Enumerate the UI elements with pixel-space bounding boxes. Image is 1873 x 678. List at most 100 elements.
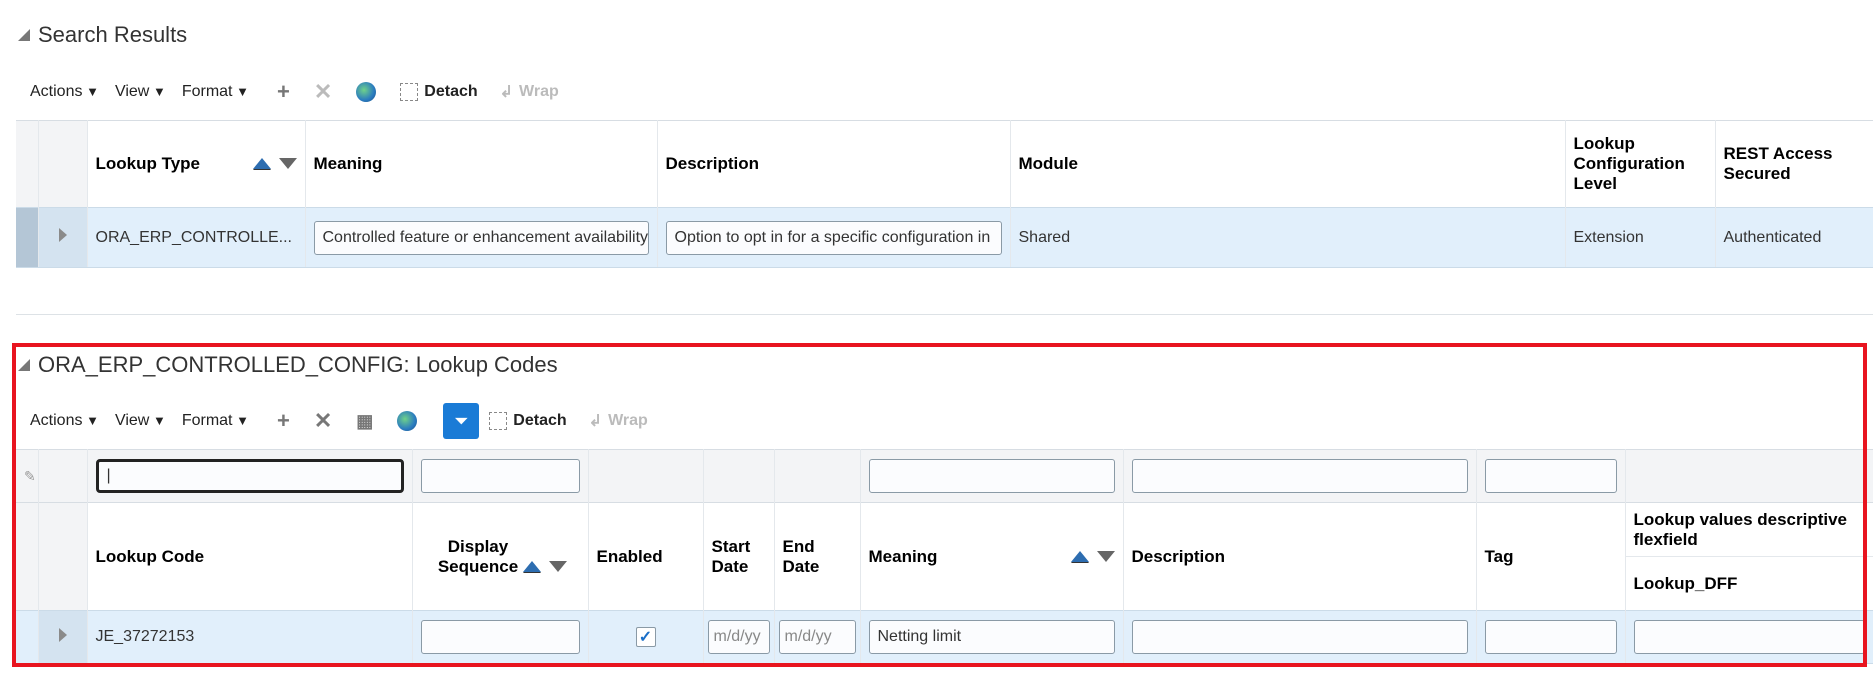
- delete-icon[interactable]: ✕: [314, 408, 332, 434]
- query-by-example-button[interactable]: ⏷: [443, 403, 480, 439]
- end-date-filter-cell: [773, 449, 860, 503]
- delete-icon[interactable]: ✕: [314, 79, 332, 105]
- description-input[interactable]: Option to opt in for a specific configur…: [665, 220, 1002, 255]
- column-header-description[interactable]: Description: [1122, 502, 1476, 611]
- column-header-lookup-type[interactable]: Lookup Type: [86, 120, 305, 208]
- sort-descending-icon[interactable]: [278, 158, 297, 169]
- description-filter-input[interactable]: [1131, 459, 1468, 493]
- wrap-label: Wrap: [519, 83, 559, 100]
- column-header-end-date[interactable]: End Date: [773, 502, 860, 611]
- detach-button[interactable]: Detach: [489, 412, 567, 430]
- add-icon[interactable]: +: [277, 79, 290, 105]
- detach-button[interactable]: Detach: [400, 83, 478, 101]
- column-header-enabled[interactable]: Enabled: [587, 502, 703, 611]
- enabled-filter-cell: [587, 449, 703, 503]
- column-header-config-level[interactable]: Lookup Configuration Level: [1564, 120, 1715, 208]
- column-header-lookup-dff[interactable]: Lookup_DFF: [1624, 556, 1873, 611]
- expand-row-icon[interactable]: [58, 627, 67, 642]
- table-row[interactable]: ORA_ERP_CONTROLLE... Controlled feature …: [16, 207, 1873, 268]
- detach-label: Detach: [513, 412, 567, 429]
- collapse-triangle-icon[interactable]: [18, 29, 30, 41]
- actions-menu[interactable]: Actions: [30, 412, 99, 430]
- start-date-filter-cell: [702, 449, 774, 503]
- config-level-cell: Extension: [1564, 207, 1715, 268]
- display-sequence-input[interactable]: [420, 620, 580, 654]
- start-date-input[interactable]: m/d/yy: [707, 620, 770, 654]
- sort-ascending-icon[interactable]: [252, 158, 271, 169]
- search-results-toolbar: Actions View Format + ✕ Detach ↲ Wrap: [30, 74, 581, 110]
- row-selector[interactable]: [16, 610, 38, 664]
- column-label: Lookup Type: [95, 154, 201, 173]
- select-column: [16, 502, 38, 611]
- lookup-type-cell[interactable]: ORA_ERP_CONTROLLE...: [86, 207, 305, 268]
- sort-descending-icon[interactable]: [1096, 550, 1115, 562]
- freeze-columns-icon[interactable]: ▦: [356, 411, 373, 432]
- enabled-checkbox[interactable]: ✓: [635, 627, 656, 647]
- format-menu[interactable]: Format: [182, 412, 249, 430]
- column-header-lookup-code[interactable]: Lookup Code: [86, 502, 412, 611]
- meaning-filter-input[interactable]: [868, 459, 1115, 493]
- select-column: [16, 120, 38, 208]
- lookup-code-filter-input[interactable]: |: [95, 459, 404, 493]
- module-cell: Shared: [1009, 207, 1565, 268]
- column-header-tag[interactable]: Tag: [1475, 502, 1625, 611]
- column-header-display-sequence[interactable]: Display Sequence: [411, 502, 588, 611]
- column-header-description[interactable]: Description: [656, 120, 1010, 208]
- row-header-filter: [37, 449, 87, 503]
- translation-globe-icon[interactable]: [356, 82, 377, 102]
- column-header-rest-access[interactable]: REST Access Secured: [1714, 120, 1873, 208]
- lookup-codes-header[interactable]: ORA_ERP_CONTROLLED_CONFIG: Lookup Codes: [18, 352, 558, 378]
- view-menu[interactable]: View: [115, 83, 166, 101]
- collapse-triangle-icon[interactable]: [18, 359, 30, 371]
- search-results-header[interactable]: Search Results: [18, 22, 187, 48]
- column-header-start-date[interactable]: Start Date: [702, 502, 774, 611]
- description-input[interactable]: [1131, 620, 1468, 654]
- detach-icon: [489, 412, 508, 430]
- wrap-button[interactable]: ↲ Wrap: [500, 82, 559, 102]
- lookup-code-cell: JE_37272153: [86, 610, 412, 664]
- meaning-input[interactable]: Controlled feature or enhancement availa…: [313, 220, 649, 255]
- row-header[interactable]: [37, 610, 87, 664]
- row-header[interactable]: [37, 207, 87, 268]
- wrap-button[interactable]: ↲ Wrap: [589, 411, 648, 431]
- sort-ascending-icon[interactable]: [523, 560, 541, 572]
- clear-filter-icon[interactable]: ✎: [16, 449, 38, 503]
- section-title: Search Results: [38, 22, 188, 47]
- filter-icon: ⏷: [454, 410, 469, 431]
- row-header-column: [37, 120, 87, 208]
- detach-label: Detach: [424, 83, 478, 100]
- tag-filter-input[interactable]: [1484, 459, 1617, 493]
- display-sequence-filter-input[interactable]: [420, 459, 580, 493]
- column-header-meaning[interactable]: Meaning: [859, 502, 1123, 611]
- wrap-label: Wrap: [608, 412, 648, 429]
- search-results-table: Lookup Type Meaning Description Module L…: [16, 120, 1873, 268]
- meaning-input[interactable]: Netting limit: [868, 620, 1115, 654]
- rest-access-cell: Authenticated: [1714, 207, 1873, 268]
- tag-input[interactable]: [1484, 620, 1617, 654]
- view-menu[interactable]: View: [115, 412, 166, 430]
- section-title: ORA_ERP_CONTROLLED_CONFIG: Lookup Codes: [38, 352, 558, 377]
- column-group-dff: Lookup values descriptive flexfield: [1624, 502, 1873, 557]
- lookup-codes-table: ✎ | Lookup Code Display Sequence Enabled…: [16, 449, 1873, 664]
- lookup-dff-input[interactable]: [1633, 620, 1865, 654]
- detach-icon: [400, 83, 419, 101]
- row-selector[interactable]: [16, 207, 38, 268]
- column-header-module[interactable]: Module: [1009, 120, 1565, 208]
- wrap-icon: ↲: [499, 84, 514, 101]
- sort-ascending-icon[interactable]: [1070, 550, 1089, 562]
- translation-globe-icon[interactable]: [397, 411, 418, 431]
- expand-row-icon[interactable]: [58, 228, 67, 242]
- sort-descending-icon[interactable]: [549, 560, 567, 572]
- end-date-input[interactable]: m/d/yy: [778, 620, 856, 654]
- add-icon[interactable]: +: [277, 408, 290, 434]
- section-divider: [16, 314, 1873, 315]
- wrap-icon: ↲: [588, 413, 603, 430]
- column-label: Display Sequence: [437, 536, 519, 576]
- column-header-meaning[interactable]: Meaning: [304, 120, 657, 208]
- format-menu[interactable]: Format: [182, 83, 249, 101]
- table-row[interactable]: JE_37272153 ✓ m/d/yy m/d/yy Netting limi…: [16, 610, 1873, 664]
- filter-row: ✎ |: [16, 449, 1873, 503]
- dff-filter-cell: [1624, 449, 1873, 503]
- actions-menu[interactable]: Actions: [30, 83, 99, 101]
- column-label: Meaning: [868, 546, 938, 566]
